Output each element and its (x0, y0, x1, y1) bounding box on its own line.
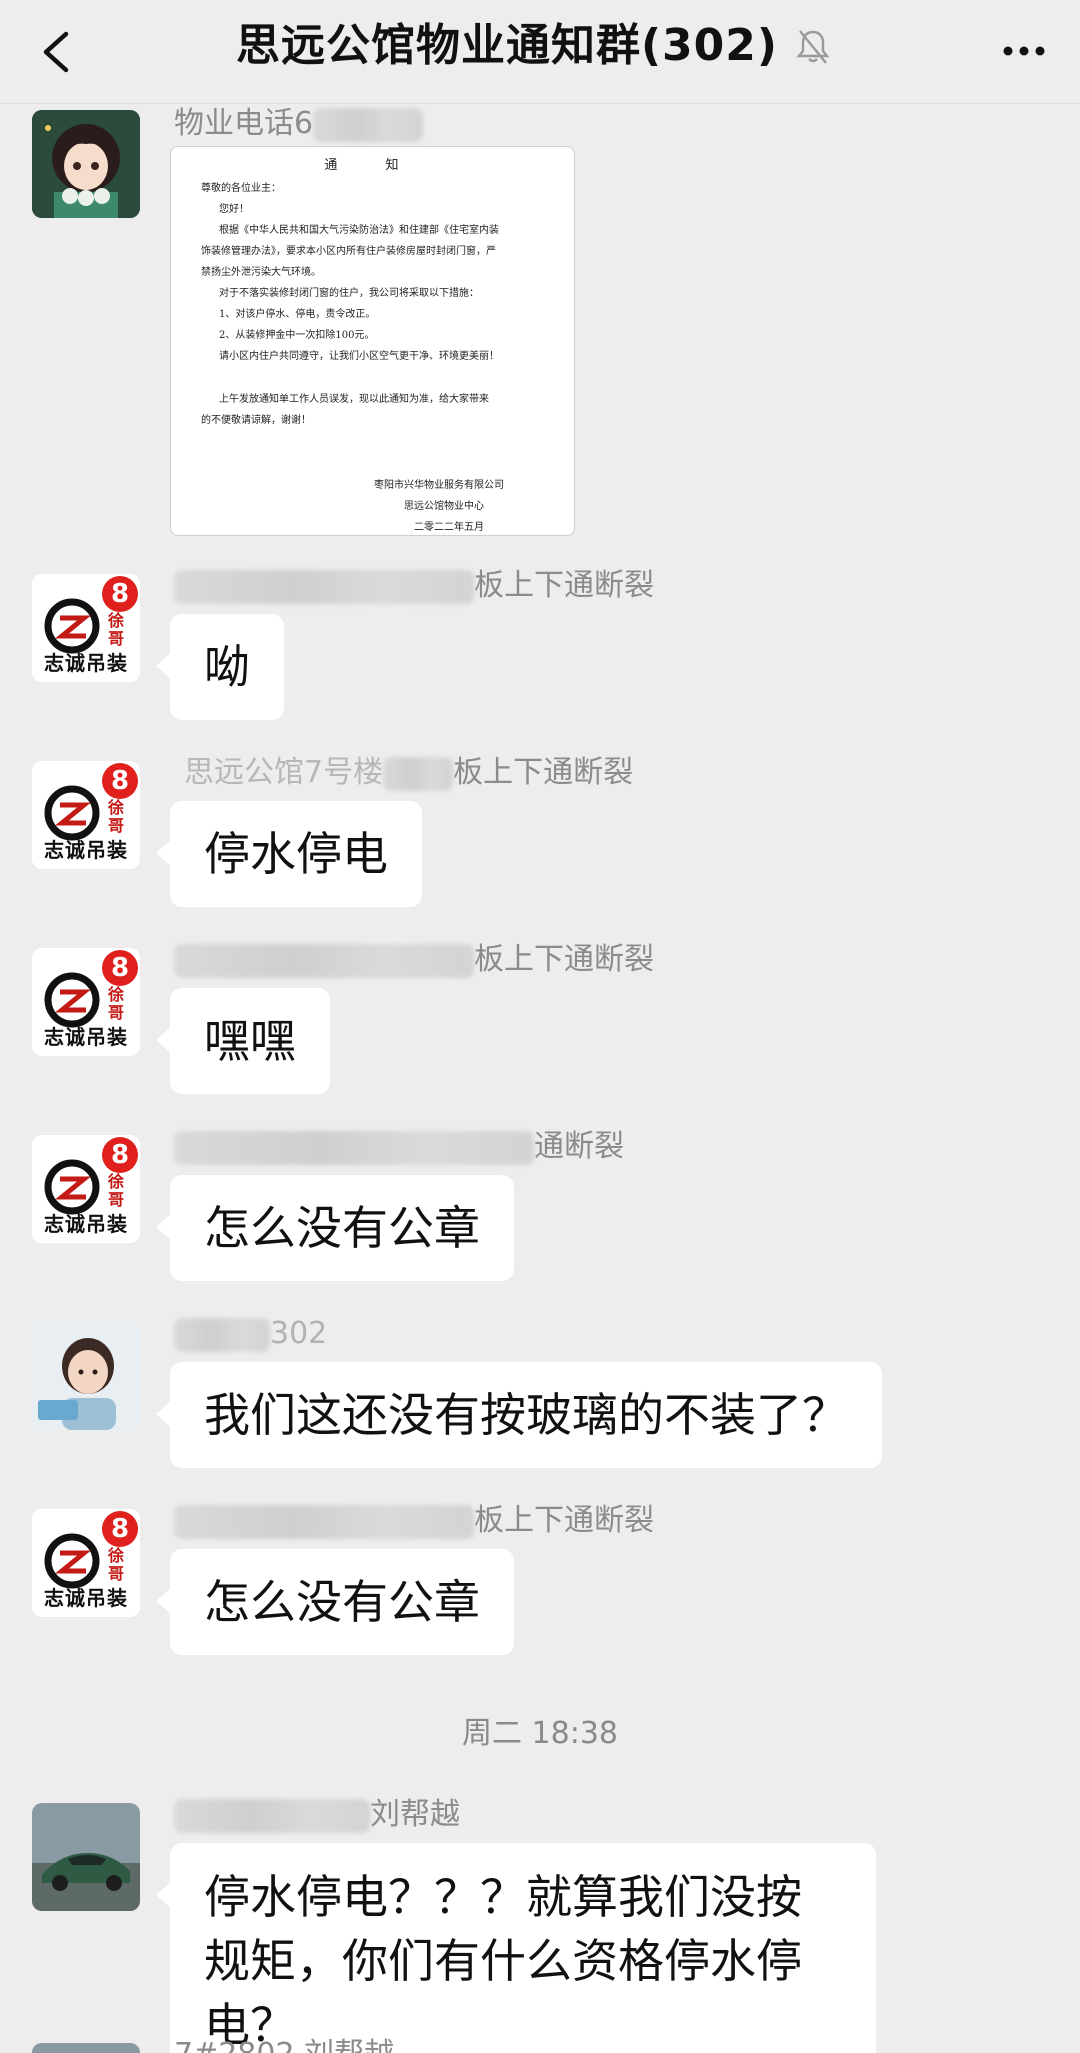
logo-tag: 徐哥 (108, 611, 125, 648)
notice-line: 根据《中华人民共和国大气污染防治法》和住建部《住宅室内装 (219, 225, 499, 236)
sender-name: 7#2802 刘帮越 (174, 2035, 394, 2053)
sender-name: 通断裂 (174, 1127, 624, 1167)
notice-title: 通 知 (324, 158, 421, 173)
sender-name: 物业电话6 (174, 104, 424, 144)
logo-badge: 8 (102, 950, 138, 986)
message-bubble[interactable]: 停水停电？？？就算我们没按规矩，你们有什么资格停水停电？ (156, 1843, 876, 2053)
notice-line: 2、从装修押金中一次扣除100元。 (219, 330, 375, 341)
chat-title-row: 思远公馆物业通知群(302) (0, 16, 1080, 76)
logo-name: 志诚吊装 (44, 1586, 128, 1610)
chat-title: 思远公馆物业通知群(302) (235, 20, 779, 71)
blurred-region (174, 1317, 270, 1352)
notice-date: 二零二二年五月 (414, 522, 484, 533)
child-photo-avatar-icon (32, 1322, 140, 1430)
avatar[interactable] (32, 110, 140, 218)
message-bubble[interactable]: 停水停电 (156, 801, 422, 907)
blurred-region (174, 1798, 370, 1833)
zhicheng-logo-icon: 8 徐哥 志诚吊装 (32, 761, 140, 869)
logo-name: 志诚吊装 (44, 1212, 128, 1236)
notice-document-image[interactable]: 通 知 尊敬的各位业主： 您好！ 根据《中华人民共和国大气污染防治法》和住建部《… (170, 146, 575, 536)
chat-header: 思远公馆物业通知群(302) (0, 0, 1080, 104)
notice-line: 禁扬尘外泄污染大气环境。 (201, 267, 321, 278)
logo-tag: 徐哥 (108, 798, 125, 835)
logo-badge: 8 (102, 1511, 138, 1547)
sender-name: 刘帮越 (174, 1795, 460, 1835)
avatar[interactable]: 8 徐哥 志诚吊装 (32, 948, 140, 1056)
avatar[interactable]: 8 徐哥 志诚吊装 (32, 574, 140, 682)
message-bubble[interactable]: 怎么没有公章 (156, 1175, 514, 1281)
zhicheng-logo-icon: 8 徐哥 志诚吊装 (32, 948, 140, 1056)
avatar[interactable] (32, 1803, 140, 1911)
logo-tag: 徐哥 (108, 985, 125, 1022)
avatar[interactable]: 8 徐哥 志诚吊装 (32, 761, 140, 869)
notice-signature: 思远公馆物业中心 (404, 501, 484, 512)
blurred-region (174, 943, 474, 978)
message-bubble[interactable]: 怎么没有公章 (156, 1549, 514, 1655)
sender-name: 板上下通断裂 (174, 566, 654, 606)
logo-tag: 徐哥 (108, 1546, 125, 1583)
zhicheng-logo-icon: 8 徐哥 志诚吊装 (32, 1509, 140, 1617)
anime-girl-avatar-icon (32, 110, 140, 218)
notice-line: 对于不落实装修封闭门窗的住户，我公司将采取以下措施： (219, 288, 479, 299)
mute-bell-icon (796, 30, 830, 64)
avatar[interactable]: 8 徐哥 志诚吊装 (32, 1135, 140, 1243)
more-options-icon[interactable] (994, 26, 1054, 76)
notice-line: 尊敬的各位业主： (201, 183, 281, 194)
notice-line: 1、对该户停水、停电，责令改正。 (219, 309, 376, 320)
logo-badge: 8 (102, 576, 138, 612)
zhicheng-logo-icon: 8 徐哥 志诚吊装 (32, 574, 140, 682)
blurred-region (174, 1130, 534, 1165)
logo-badge: 8 (102, 1137, 138, 1173)
avatar[interactable] (32, 1322, 140, 1430)
message-bubble[interactable]: 嘿嘿 (156, 988, 330, 1094)
car-photo-avatar-icon (32, 1803, 140, 1911)
chat-timestamp: 周二 18:38 (462, 1716, 618, 1751)
notice-signature: 枣阳市兴华物业服务有限公司 (374, 480, 504, 491)
notice-line: 的不便敬请谅解，谢谢！ (201, 415, 311, 426)
avatar[interactable] (32, 2043, 140, 2053)
logo-badge: 8 (102, 763, 138, 799)
sender-name: 302 (174, 1314, 327, 1354)
sender-name: 板上下通断裂 (174, 1501, 654, 1541)
zhicheng-logo-icon: 8 徐哥 志诚吊装 (32, 1135, 140, 1243)
logo-name: 志诚吊装 (44, 838, 128, 862)
message-bubble[interactable]: 呦 (156, 614, 284, 720)
sender-name: 板上下通断裂 (174, 940, 654, 980)
blurred-region (174, 1504, 474, 1539)
logo-tag: 徐哥 (108, 1172, 125, 1209)
logo-name: 志诚吊装 (44, 1025, 128, 1049)
message-bubble[interactable]: 我们这还没有按玻璃的不装了？ (156, 1362, 882, 1468)
avatar[interactable]: 8 徐哥 志诚吊装 (32, 1509, 140, 1617)
blurred-region (313, 107, 424, 142)
car-photo-avatar-icon (32, 2043, 140, 2053)
blurred-region (174, 569, 474, 604)
notice-line: 饰装修管理办法》，要求本小区内所有住户装修房屋时封闭门窗，严 (201, 246, 496, 257)
notice-line: 上午发放通知单工作人员误发，现以此通知为准，给大家带来 (219, 394, 489, 405)
notice-line: 请小区内住户共同遵守，让我们小区空气更干净、环境更美丽！ (219, 351, 499, 362)
chat-message-list[interactable]: 物业电话6 通 知 尊敬的各位业主： 您好！ 根据《中华人民共和国大气污染防治法… (0, 104, 1080, 2053)
sender-name: 思远公馆7号楼 板上下通断裂 (174, 753, 633, 793)
notice-line: 您好！ (219, 204, 249, 215)
logo-name: 志诚吊装 (44, 651, 128, 675)
blurred-region (383, 756, 454, 791)
